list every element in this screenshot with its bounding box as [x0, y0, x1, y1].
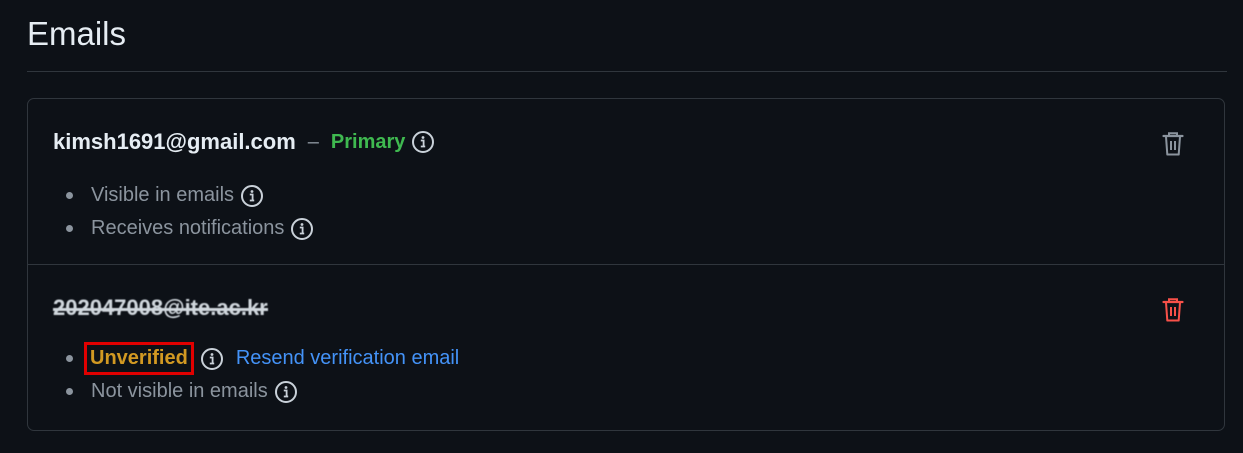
email-attributes: Unverified Resend verification email Not… — [64, 342, 459, 408]
email-address: kimsh1691@gmail.com — [53, 129, 296, 154]
attribute-label: Not visible in emails — [91, 380, 268, 402]
list-item: Visible in emails — [64, 179, 314, 212]
emails-settings-page: Emails kimsh1691@gmail.com – Primary Vis… — [0, 0, 1243, 453]
redaction-strike — [53, 308, 268, 311]
unverified-label: Unverified — [90, 347, 188, 369]
redacted-email-address: 202047008@ite.ac.kr — [53, 295, 268, 321]
page-title: Emails — [27, 15, 127, 52]
resend-verification-link[interactable]: Resend verification email — [236, 347, 459, 370]
email-header: kimsh1691@gmail.com – Primary — [53, 129, 435, 155]
list-item: Receives notifications — [64, 212, 314, 245]
info-icon[interactable] — [290, 217, 314, 241]
trash-icon — [1162, 132, 1184, 156]
bullet — [66, 192, 73, 199]
trash-icon — [1162, 298, 1184, 322]
info-icon[interactable] — [200, 347, 224, 371]
email-attributes: Visible in emails Receives notifications — [64, 179, 314, 245]
email-list: kimsh1691@gmail.com – Primary Visible in… — [27, 98, 1225, 431]
email-entry-primary: kimsh1691@gmail.com – Primary Visible in… — [28, 99, 1224, 265]
email-entry-unverified: 202047008@ite.ac.kr Unverified — [28, 265, 1224, 431]
title-divider — [27, 71, 1227, 72]
delete-email-button[interactable] — [1159, 296, 1187, 324]
attribute-label: Receives notifications — [91, 217, 285, 239]
info-icon[interactable] — [411, 130, 435, 154]
delete-email-button[interactable] — [1159, 130, 1187, 158]
list-item: Not visible in emails — [64, 375, 459, 408]
info-icon[interactable] — [240, 184, 264, 208]
bullet — [66, 388, 73, 395]
unverified-highlight: Unverified — [84, 342, 194, 375]
attribute-label: Visible in emails — [91, 184, 235, 206]
primary-label: Primary — [330, 130, 406, 153]
email-separator: – — [307, 130, 319, 153]
bullet — [66, 225, 73, 232]
list-item: Unverified Resend verification email — [64, 342, 459, 375]
bullet — [66, 355, 73, 362]
info-icon[interactable] — [274, 380, 298, 404]
